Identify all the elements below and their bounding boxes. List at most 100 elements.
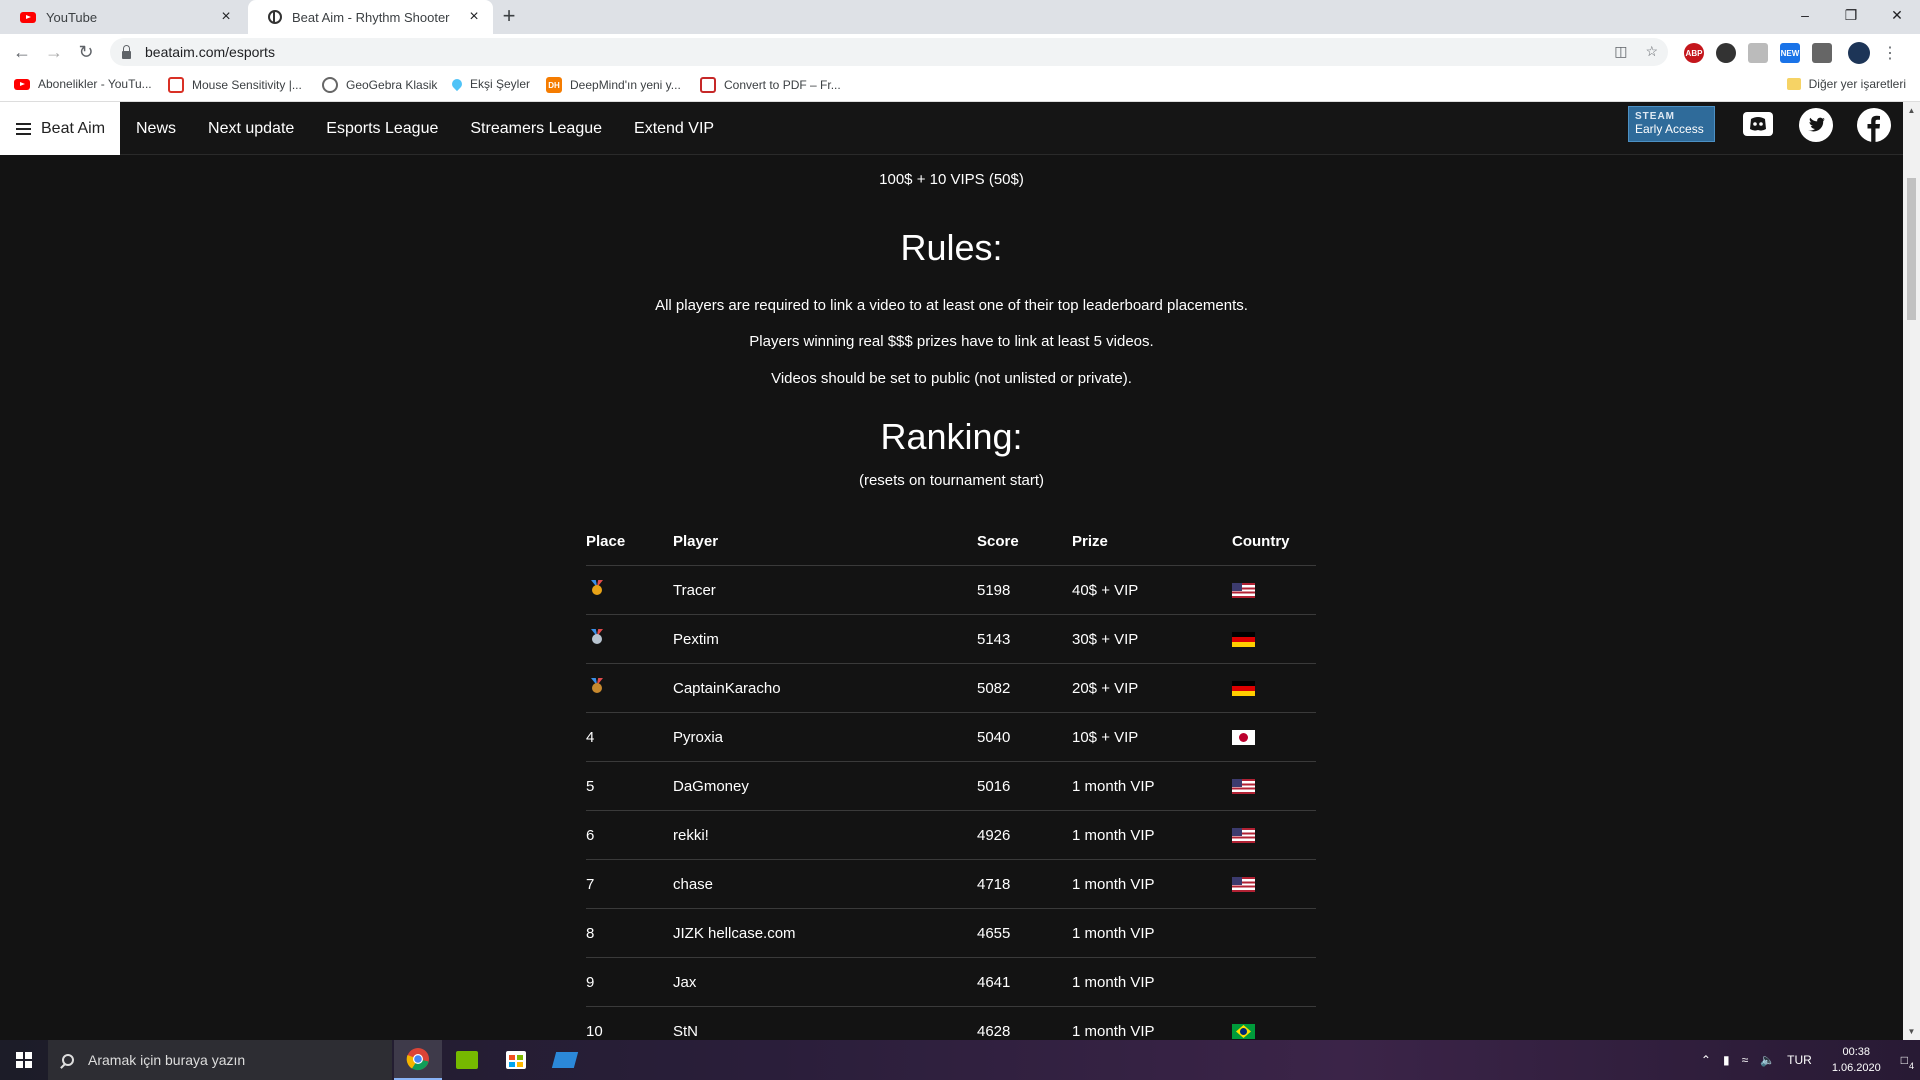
twitter-icon[interactable] [1799,108,1833,142]
bookmark-star-icon[interactable]: ☆ [1645,43,1658,60]
bookmark-item[interactable]: Convert to PDF – Fr... [700,77,841,93]
geogebra-icon [322,77,338,93]
back-arrow-icon[interactable]: ← [10,40,34,64]
flag-de-icon [1232,681,1255,697]
tab-youtube[interactable]: YouTube × [0,0,245,34]
address-bar[interactable]: beataim.com/esports ◫ ☆ [110,38,1668,66]
place-cell [586,629,673,649]
table-row: 9 Jax 4641 1 month VIP [586,958,1316,1007]
prize-cell: 10$ + VIP [1072,728,1139,746]
lock-icon[interactable] [122,44,131,59]
player-cell[interactable]: Tracer [673,582,977,599]
taskbar-search-box[interactable]: Aramak için buraya yazın [48,1040,392,1080]
wifi-icon[interactable]: ≈ [1742,1053,1749,1067]
taskbar-app[interactable] [541,1040,589,1080]
table-body: Tracer 5198 40$ + VIP Pextim 5143 30$ + VIP Ca… [586,566,1316,1056]
score-cell: 5143 [977,630,1011,648]
taskbar-clock[interactable]: 00:38 1.06.2020 [1832,1044,1881,1076]
start-button[interactable] [0,1040,48,1080]
bookmark-item[interactable]: Abonelikler - YouTu... [14,77,152,91]
bookmark-label: Abonelikler - YouTu... [38,77,152,91]
drop-icon [449,76,465,92]
close-tab-icon[interactable]: × [217,8,235,26]
url-text[interactable]: beataim.com/esports [145,44,275,60]
player-cell[interactable]: StN [673,1023,977,1040]
minimize-icon[interactable]: – [1782,0,1828,30]
browser-toolbar: ← → ↻ beataim.com/esports ◫ ☆ ABP NEW ⋮ [0,34,1920,70]
prize-cell: 20$ + VIP [1072,679,1139,697]
place-cell: 4 [586,728,595,746]
scroll-down-arrow-icon[interactable]: ▼ [1903,1023,1920,1040]
windows-logo-icon [16,1052,32,1068]
ranking-note: (resets on tournament start) [858,472,1045,489]
restore-icon[interactable]: ❐ [1828,0,1874,30]
tab-beat-aim[interactable]: Beat Aim - Rhythm Shooter × [248,0,493,34]
flag-us-icon [1232,877,1255,893]
mouse-sensitivity-icon [168,77,184,93]
taskbar-store[interactable] [492,1040,540,1080]
translate-icon[interactable]: ◫ [1614,43,1627,60]
search-placeholder: Aramak için buraya yazın [88,1052,246,1068]
scroll-up-arrow-icon[interactable]: ▲ [1903,102,1920,119]
country-cell [1232,827,1316,844]
profile-avatar[interactable] [1848,42,1870,64]
player-cell[interactable]: CaptainKaracho [673,680,977,697]
prize-cell: 1 month VIP [1072,973,1155,991]
nav-link-streamers-league[interactable]: Streamers League [470,120,602,138]
beat-aim-favicon-icon [268,10,282,24]
bookmark-item[interactable]: DH DeepMind'ın yeni y... [546,77,681,93]
place-cell: 5 [586,777,595,795]
browser-menu-icon[interactable]: ⋮ [1882,43,1898,63]
player-cell[interactable]: JIZK hellcase.com [673,925,977,942]
adblock-icon[interactable]: ABP [1684,43,1704,63]
brand-menu-button[interactable]: Beat Aim [0,102,120,155]
player-cell[interactable]: DaGmoney [673,778,977,795]
nav-link-esports-league[interactable]: Esports League [326,120,438,138]
volume-icon[interactable]: 🔈 [1760,1053,1775,1067]
rule-text: All players are required to link a video… [655,297,1248,314]
extension-page-icon[interactable] [1748,43,1768,63]
rule-text: Videos should be set to public (not unli… [771,370,1132,387]
prize-cell: 1 month VIP [1072,777,1155,795]
nav-links: News Next update Esports League Streamer… [136,102,714,155]
bookmark-item[interactable]: Ekşi Şeyler [449,76,530,92]
other-bookmarks[interactable]: Diğer yer işaretleri [1786,77,1906,91]
page-scrollbar[interactable]: ▲ ▼ [1903,102,1920,1040]
extension-shield-icon[interactable] [1716,43,1736,63]
bookmark-item[interactable]: Mouse Sensitivity |... [168,77,302,93]
table-row: Pextim 5143 30$ + VIP [586,615,1316,664]
extension-new-icon[interactable]: NEW [1780,43,1800,63]
bronze-medal-icon [590,678,604,694]
tray-chevron-icon[interactable]: ⌃ [1701,1053,1711,1067]
close-tab-icon[interactable]: × [465,8,483,26]
player-cell[interactable]: Pyroxia [673,729,977,746]
taskbar-chrome[interactable] [394,1040,442,1080]
new-tab-button[interactable]: + [496,5,522,29]
nav-link-news[interactable]: News [136,120,176,138]
nav-link-extend-vip[interactable]: Extend VIP [634,120,714,138]
bookmark-item[interactable]: GeoGebra Klasik [322,77,437,93]
table-row: 4 Pyroxia 5040 10$ + VIP [586,713,1316,762]
discord-icon[interactable] [1741,108,1775,142]
player-cell[interactable]: rekki! [673,827,977,844]
forward-arrow-icon[interactable]: → [42,40,66,64]
prize-cell: 40$ + VIP [1072,581,1139,599]
notification-center-icon[interactable]: □ 4 [1901,1053,1914,1071]
player-cell[interactable]: chase [673,876,977,893]
reload-icon[interactable]: ↻ [74,40,98,64]
system-tray: ⌃ ▮ ≈ 🔈 TUR 00:38 1.06.2020 □ 4 [1695,1040,1920,1080]
close-window-icon[interactable]: ✕ [1874,0,1920,30]
language-indicator[interactable]: TUR [1787,1053,1812,1067]
facebook-icon[interactable] [1857,108,1891,142]
nav-link-next-update[interactable]: Next update [208,120,294,138]
tab-title: Beat Aim - Rhythm Shooter [292,9,450,25]
table-row: 5 DaGmoney 5016 1 month VIP [586,762,1316,811]
player-cell[interactable]: Pextim [673,631,977,648]
taskbar-nvidia[interactable] [443,1040,491,1080]
player-cell[interactable]: Jax [673,974,977,991]
browser-tabstrip: YouTube × Beat Aim - Rhythm Shooter × + … [0,0,1920,34]
battery-icon[interactable]: ▮ [1723,1053,1730,1067]
extension-stack-icon[interactable] [1812,43,1832,63]
scroll-thumb[interactable] [1907,178,1916,320]
steam-early-access-badge[interactable]: STEAM Early Access [1628,106,1715,142]
